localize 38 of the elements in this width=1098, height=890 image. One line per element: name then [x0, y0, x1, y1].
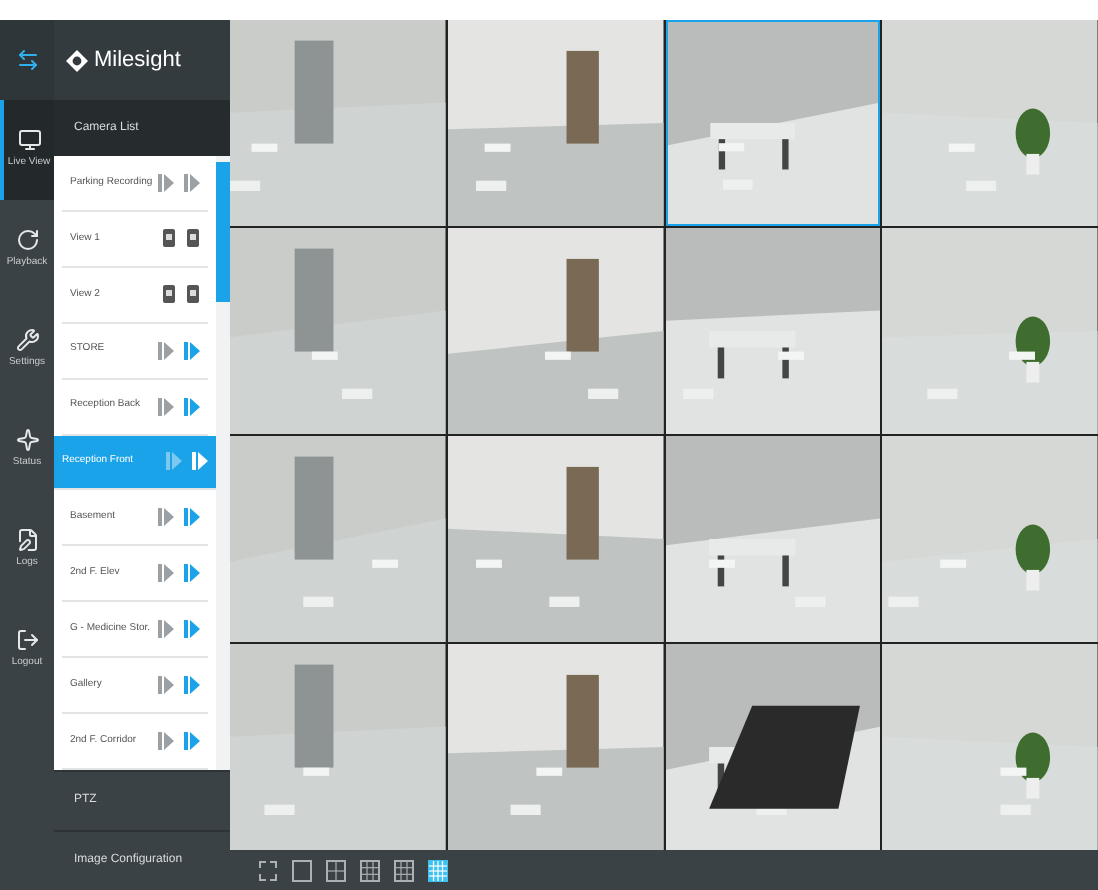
- grid-layout-icon[interactable]: [326, 859, 346, 881]
- record-play-icon[interactable]: [158, 397, 174, 416]
- grid-layout-icon[interactable]: [292, 859, 312, 881]
- play-icon[interactable]: [184, 564, 200, 583]
- page-icon[interactable]: [162, 284, 176, 305]
- record-play-icon[interactable]: [158, 620, 174, 639]
- record-play-icon[interactable]: [158, 341, 174, 360]
- record-play-icon[interactable]: [166, 452, 182, 471]
- grid-layout-icon[interactable]: [394, 859, 414, 881]
- exit-icon: [15, 628, 39, 653]
- play-icon[interactable]: [184, 508, 200, 527]
- wrench-icon: [15, 328, 39, 353]
- record-play-icon[interactable]: [158, 508, 174, 527]
- play-icon[interactable]: [184, 732, 200, 751]
- monitor-icon: [17, 128, 41, 153]
- page-icon[interactable]: [162, 228, 176, 249]
- diamond-logo-icon: [66, 49, 88, 71]
- page-icon[interactable]: [186, 228, 200, 249]
- sparkle-icon: [15, 428, 39, 453]
- play-icon[interactable]: [184, 341, 200, 360]
- play-icon[interactable]: [184, 620, 200, 639]
- record-play-icon[interactable]: [158, 732, 174, 751]
- play-icon[interactable]: [184, 676, 200, 695]
- record-play-icon[interactable]: [158, 173, 174, 192]
- play-icon[interactable]: [192, 452, 208, 471]
- grid-layout-icon[interactable]: [428, 859, 448, 881]
- play-icon[interactable]: [184, 397, 200, 416]
- fullscreen-icon[interactable]: [258, 859, 278, 881]
- record-play-icon[interactable]: [158, 564, 174, 583]
- scrollbar[interactable]: [216, 156, 230, 770]
- play-icon[interactable]: [184, 173, 200, 192]
- document-icon: [15, 528, 39, 553]
- grid-layout-icon[interactable]: [360, 859, 380, 881]
- page-icon[interactable]: [186, 284, 200, 305]
- brand-name: Milesight: [94, 45, 181, 76]
- record-play-icon[interactable]: [158, 676, 174, 695]
- swap-arrows-icon: [15, 48, 39, 72]
- circular-arrow-icon: [15, 228, 39, 253]
